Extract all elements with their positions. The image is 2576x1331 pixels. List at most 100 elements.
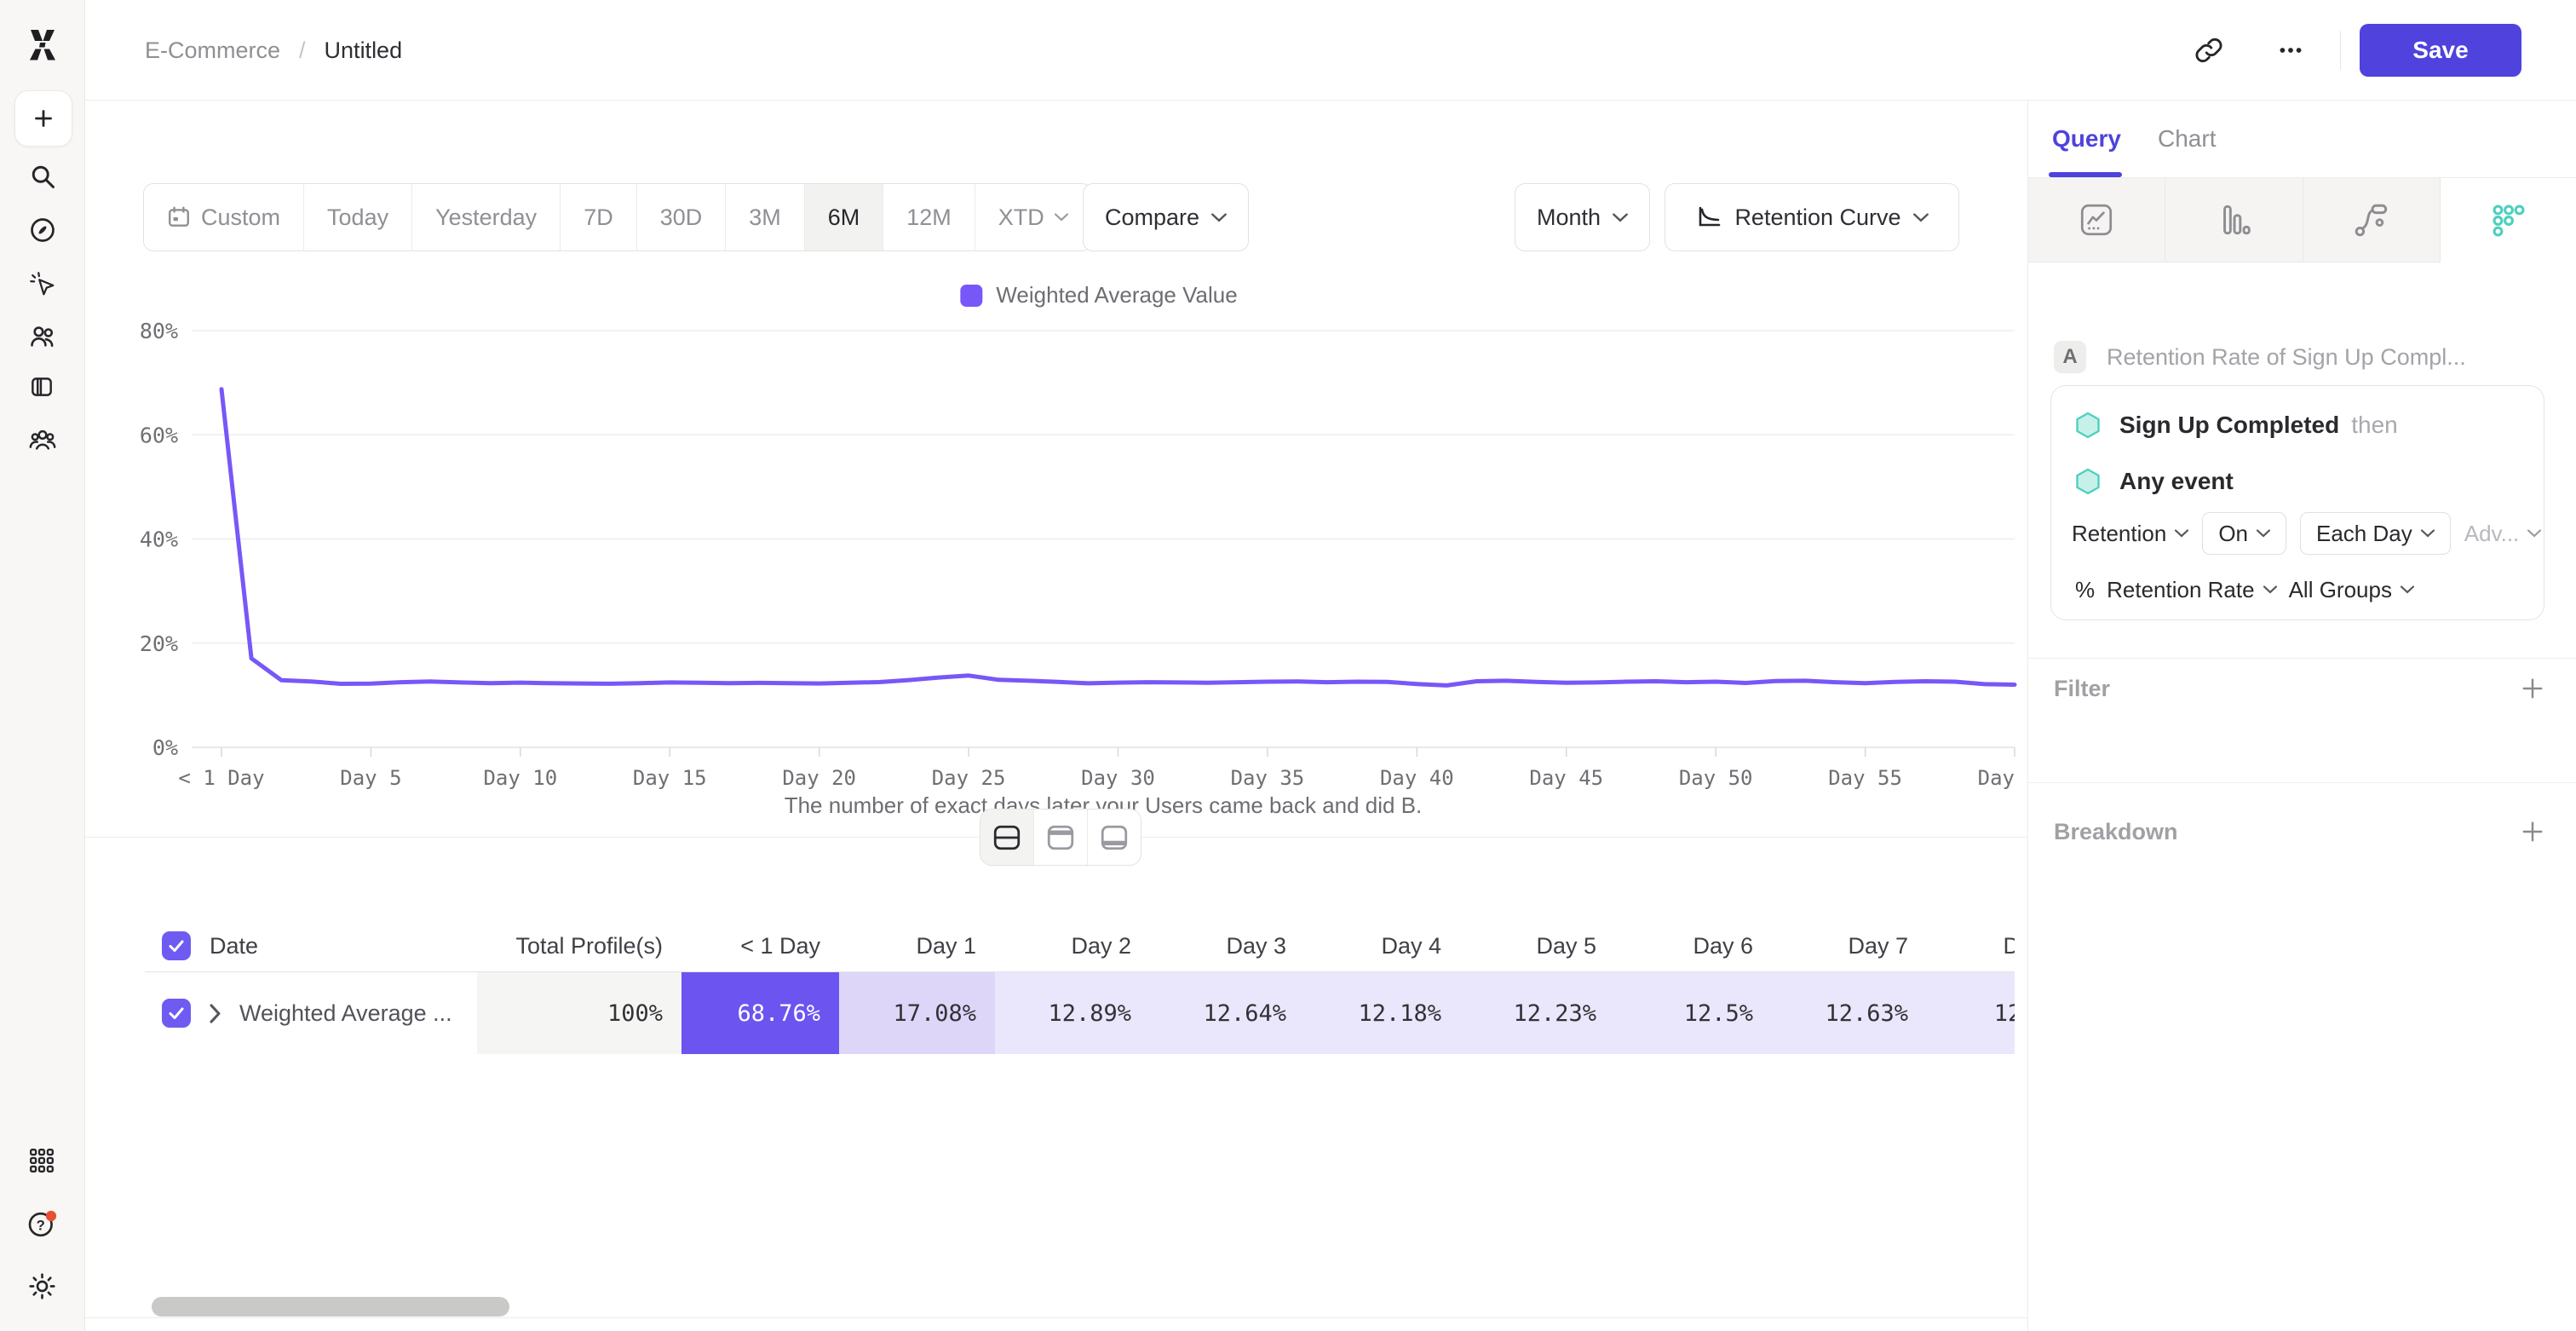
users-icon[interactable] bbox=[28, 322, 57, 351]
range-12m[interactable]: 12M bbox=[883, 184, 975, 251]
svg-text:?: ? bbox=[36, 1218, 44, 1234]
date-range-segmented-control: CustomTodayYesterday7D30D3M6M12MXTD bbox=[143, 183, 1092, 251]
discover-compass-icon[interactable] bbox=[28, 216, 57, 245]
compare-button[interactable]: Compare bbox=[1083, 183, 1249, 251]
retention-cell-day-7[interactable]: 12.63% bbox=[1772, 972, 1927, 1054]
date-column-header[interactable]: Date bbox=[145, 920, 477, 971]
add-filter-button[interactable] bbox=[2514, 670, 2551, 707]
filter-section: Filter bbox=[2054, 665, 2551, 712]
breadcrumb-report-title[interactable]: Untitled bbox=[325, 37, 403, 64]
query-step-return-event[interactable]: Any event bbox=[2075, 463, 2234, 500]
column-header-day-4[interactable]: Day 4 bbox=[1305, 920, 1460, 971]
retention-cell--1-day[interactable]: 68.76% bbox=[681, 972, 839, 1054]
retention-cell-day-4[interactable]: 12.18% bbox=[1305, 972, 1460, 1054]
column-header-day-1[interactable]: Day 1 bbox=[839, 920, 995, 971]
legend-swatch bbox=[960, 285, 982, 307]
retention-cell-total-profile-s-[interactable]: 100% bbox=[477, 972, 681, 1054]
horizontal-scrollbar-thumb[interactable] bbox=[152, 1297, 509, 1317]
retention-cell-day-6[interactable]: 12.5% bbox=[1615, 972, 1772, 1054]
query-builder-card: Sign Up Completed then Any event Retenti… bbox=[2050, 385, 2544, 620]
chart-legend[interactable]: Weighted Average Value bbox=[960, 282, 1237, 308]
column-header--1-day[interactable]: < 1 Day bbox=[681, 920, 839, 971]
horizontal-scrollbar-track bbox=[85, 1317, 2027, 1318]
apps-grid-icon[interactable] bbox=[28, 1147, 57, 1176]
filter-label: Filter bbox=[2054, 676, 2110, 702]
report-type-insights[interactable] bbox=[2028, 178, 2165, 262]
copy-link-icon[interactable] bbox=[2185, 26, 2233, 74]
on-dropdown[interactable]: On bbox=[2202, 512, 2286, 555]
measure-row: % Retention Rate All Groups bbox=[2075, 570, 2414, 609]
metric-dropdown[interactable]: Retention Rate bbox=[2107, 577, 2276, 603]
retention-cell-day-5[interactable]: 12.23% bbox=[1460, 972, 1615, 1054]
more-options-icon[interactable] bbox=[2267, 26, 2314, 74]
range-6m[interactable]: 6M bbox=[805, 184, 884, 251]
layout-split-view-button[interactable] bbox=[980, 810, 1034, 865]
y-axis-tick-label: 60% bbox=[140, 423, 178, 447]
granularity-button[interactable]: Month bbox=[1515, 183, 1650, 251]
top-header: E-Commerce / Untitled Save bbox=[85, 0, 2576, 101]
x-axis-tick-label: Day 40 bbox=[1380, 766, 1454, 790]
retention-series-line[interactable] bbox=[221, 389, 2015, 686]
search-icon[interactable] bbox=[28, 162, 57, 191]
x-axis-tick-label: Day 25 bbox=[932, 766, 1006, 790]
layout-chart-only-button[interactable] bbox=[1034, 810, 1088, 865]
events-cursor-icon[interactable] bbox=[28, 269, 57, 298]
calendar-icon bbox=[167, 205, 191, 229]
range-7d[interactable]: 7D bbox=[561, 184, 637, 251]
settings-gear-icon[interactable] bbox=[28, 1272, 57, 1301]
plus-icon bbox=[2518, 817, 2547, 846]
advanced-dropdown[interactable]: Adv... bbox=[2464, 521, 2542, 547]
report-type-retention[interactable] bbox=[2441, 178, 2576, 262]
chart-type-button[interactable]: Retention Curve bbox=[1665, 183, 1959, 251]
cohorts-group-icon[interactable] bbox=[28, 424, 57, 453]
query-title[interactable]: Retention Rate of Sign Up Compl... bbox=[2107, 344, 2466, 371]
breadcrumb-project[interactable]: E-Commerce bbox=[145, 37, 280, 64]
row-label-cell[interactable]: Weighted Average ... bbox=[145, 972, 477, 1054]
retention-cell-day-8[interactable]: 12.4% bbox=[1927, 972, 2015, 1054]
boards-icon[interactable] bbox=[28, 373, 57, 402]
retention-type-dropdown[interactable]: Retention bbox=[2072, 521, 2188, 547]
x-axis-tick-label: Day 55 bbox=[1828, 766, 1902, 790]
query-step-born-event[interactable]: Sign Up Completed then bbox=[2075, 406, 2398, 444]
chevron-down-icon bbox=[2421, 529, 2435, 538]
report-type-funnels[interactable] bbox=[2165, 178, 2303, 262]
range-custom[interactable]: Custom bbox=[144, 184, 304, 251]
date-toolbar: CustomTodayYesterday7D30D3M6M12MXTD Comp… bbox=[85, 183, 2027, 251]
save-button[interactable]: Save bbox=[2360, 24, 2521, 77]
layout-table-only-button[interactable] bbox=[1088, 810, 1141, 865]
column-header-total-profile-s-[interactable]: Total Profile(s) bbox=[477, 920, 681, 971]
create-new-button[interactable] bbox=[14, 90, 72, 147]
column-header-day-3[interactable]: Day 3 bbox=[1150, 920, 1305, 971]
row-series-label: Weighted Average ... bbox=[239, 1000, 452, 1027]
column-header-day-7[interactable]: Day 7 bbox=[1772, 920, 1927, 971]
range-3m[interactable]: 3M bbox=[726, 184, 805, 251]
groups-dropdown[interactable]: All Groups bbox=[2289, 577, 2414, 603]
notification-dot bbox=[45, 1211, 55, 1221]
add-breakdown-button[interactable] bbox=[2514, 813, 2551, 850]
mixpanel-logo[interactable] bbox=[24, 26, 61, 63]
event-hexagon-icon bbox=[2075, 412, 2101, 439]
column-header-day-6[interactable]: Day 6 bbox=[1615, 920, 1772, 971]
column-header-day-2[interactable]: Day 2 bbox=[995, 920, 1150, 971]
retention-cell-day-2[interactable]: 12.89% bbox=[995, 972, 1150, 1054]
retention-cell-day-1[interactable]: 17.08% bbox=[839, 972, 995, 1054]
bucket-dropdown[interactable]: Each Day bbox=[2300, 512, 2451, 555]
range-yesterday[interactable]: Yesterday bbox=[412, 184, 561, 251]
chart-only-icon bbox=[1045, 822, 1076, 853]
range-30d[interactable]: 30D bbox=[637, 184, 727, 251]
select-all-checkbox[interactable] bbox=[162, 931, 191, 960]
expand-row-icon[interactable] bbox=[210, 1004, 221, 1023]
range-today[interactable]: Today bbox=[304, 184, 412, 251]
report-canvas: CustomTodayYesterday7D30D3M6M12MXTD Comp… bbox=[85, 101, 2027, 1331]
chevron-down-icon bbox=[1613, 213, 1628, 222]
tab-chart[interactable]: Chart bbox=[2158, 101, 2216, 177]
column-header-day-5[interactable]: Day 5 bbox=[1460, 920, 1615, 971]
help-icon[interactable]: ? bbox=[26, 1207, 60, 1242]
column-header-day-8[interactable]: Day 8 bbox=[1927, 920, 2015, 971]
report-type-flows[interactable] bbox=[2303, 178, 2441, 262]
tab-query[interactable]: Query bbox=[2052, 101, 2121, 177]
funnels-icon bbox=[2214, 200, 2253, 239]
row-checkbox[interactable] bbox=[162, 999, 191, 1028]
retention-cell-day-3[interactable]: 12.64% bbox=[1150, 972, 1305, 1054]
range-xtd[interactable]: XTD bbox=[975, 184, 1091, 251]
